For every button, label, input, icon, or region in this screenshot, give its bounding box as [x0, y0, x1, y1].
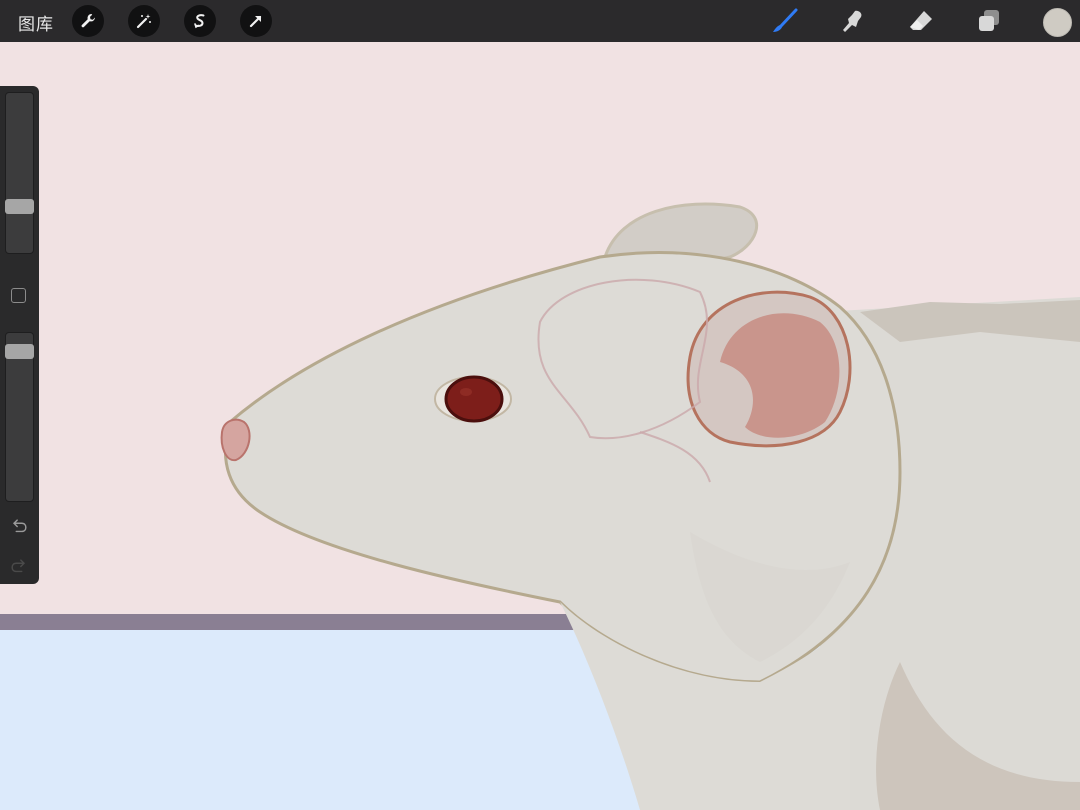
brush-size-slider[interactable]	[5, 92, 34, 254]
artwork	[0, 42, 1080, 810]
undo-button[interactable]	[8, 515, 30, 537]
drawing-canvas[interactable]	[0, 42, 1080, 810]
actions-button[interactable]	[72, 5, 104, 37]
color-picker-button[interactable]	[1043, 8, 1072, 37]
selection-icon	[194, 14, 205, 29]
transform-arrow-icon	[249, 15, 262, 28]
magic-wand-icon	[136, 14, 151, 29]
gallery-button[interactable]: 图库	[18, 10, 54, 35]
left-sidebar	[0, 86, 39, 584]
brush-size-thumb[interactable]	[5, 199, 34, 214]
eraser-tool-button[interactable]	[906, 6, 936, 36]
transform-button[interactable]	[240, 5, 272, 37]
wrench-icon	[81, 14, 95, 28]
undo-icon	[12, 519, 27, 533]
brush-icon	[773, 8, 798, 32]
smudge-icon	[843, 10, 862, 32]
opacity-slider[interactable]	[5, 332, 34, 502]
layers-icon	[979, 10, 999, 31]
opacity-thumb[interactable]	[5, 344, 34, 359]
modify-button[interactable]	[11, 288, 26, 303]
eraser-icon	[910, 11, 932, 30]
redo-button[interactable]	[8, 555, 30, 577]
brush-tool-button[interactable]	[770, 6, 800, 36]
redo-icon	[11, 559, 26, 573]
selection-button[interactable]	[184, 5, 216, 37]
layers-button[interactable]	[974, 6, 1004, 36]
smudge-tool-button[interactable]	[838, 6, 868, 36]
rat-eye	[444, 375, 504, 423]
adjustments-button[interactable]	[128, 5, 160, 37]
top-toolbar: 图库	[0, 0, 1080, 42]
